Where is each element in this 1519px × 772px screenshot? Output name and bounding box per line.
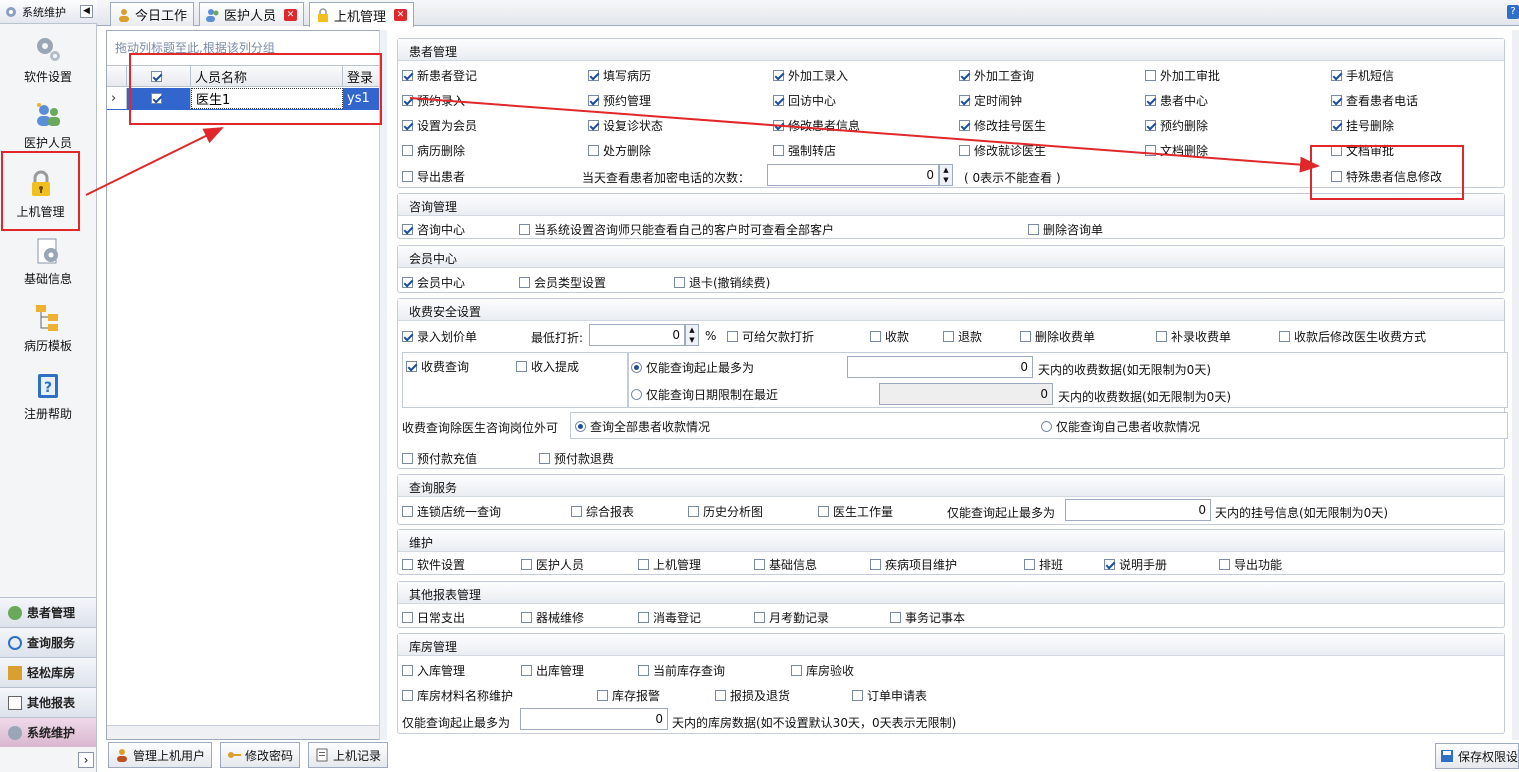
annotation-arrows [85, 97, 1320, 196]
